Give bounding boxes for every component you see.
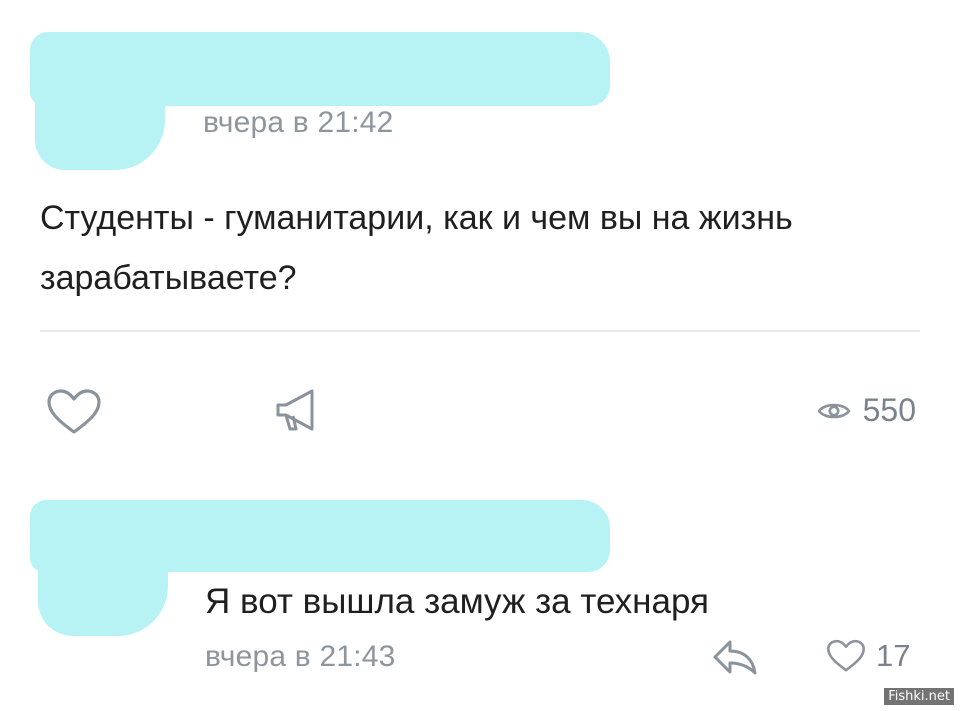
comment-like-count: 17 bbox=[876, 638, 911, 673]
views-counter: 550 bbox=[816, 392, 916, 429]
post-time: вчера в 21:42 bbox=[203, 106, 394, 139]
redacted-commenter-avatar bbox=[38, 528, 168, 636]
views-count: 550 bbox=[862, 392, 916, 428]
megaphone-icon[interactable] bbox=[272, 385, 328, 435]
heart-icon bbox=[827, 639, 865, 672]
comment-like-button[interactable]: 17 bbox=[826, 638, 910, 674]
comment-time: вчера в 21:43 bbox=[205, 640, 396, 673]
post-text: Студенты - гуманитарии, как и чем вы на … bbox=[40, 199, 793, 297]
watermark: Fishki.net bbox=[884, 688, 954, 705]
divider bbox=[40, 330, 920, 332]
redacted-avatar bbox=[35, 60, 165, 170]
comment-text: Я вот вышла замуж за технаря bbox=[205, 582, 709, 621]
eye-icon bbox=[816, 403, 851, 418]
heart-icon[interactable] bbox=[46, 388, 102, 436]
reply-icon[interactable] bbox=[712, 638, 758, 676]
